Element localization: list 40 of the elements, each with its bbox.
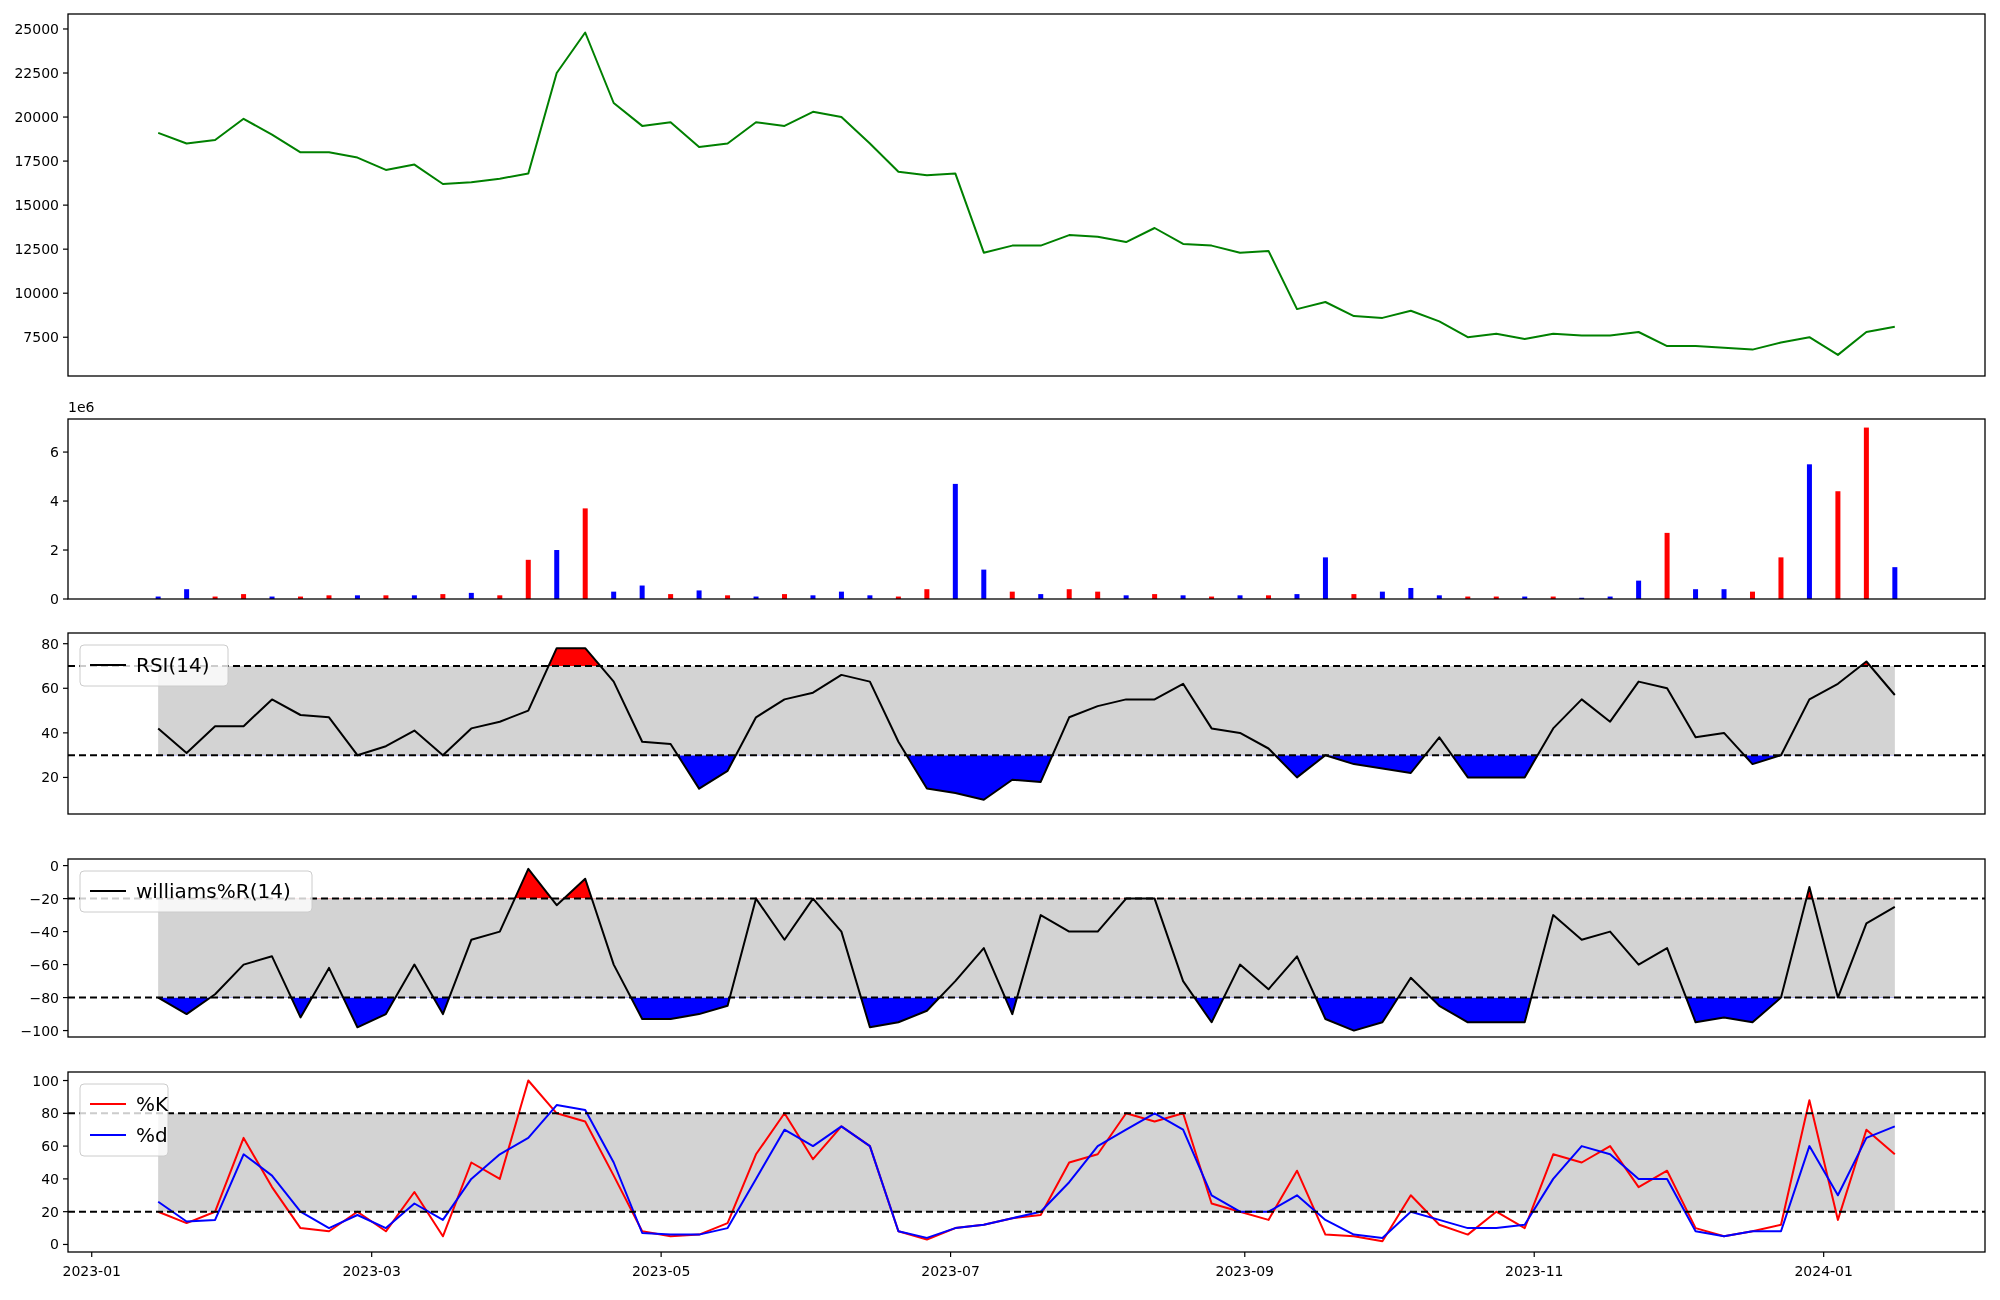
y-tick-label: 60 — [41, 680, 59, 697]
y-tick-label: 7500 — [23, 329, 59, 346]
y-tick-label: 40 — [41, 724, 59, 741]
y-tick-label: 40 — [41, 1170, 59, 1187]
x-tick-label: 2023-09 — [1215, 1263, 1274, 1279]
y-tick-label: −80 — [29, 989, 59, 1006]
y-tick-label: 100 — [32, 1072, 59, 1089]
y-tick-label: 6 — [50, 444, 59, 461]
y-tick-label: 2 — [50, 542, 59, 558]
legend-label: RSI(14) — [136, 653, 210, 677]
y-tick-label: −60 — [29, 956, 59, 973]
y-tick-label: 10000 — [14, 285, 59, 302]
y-tick-label: 20 — [41, 1203, 59, 1220]
legend-label: %K — [136, 1092, 169, 1116]
y-tick-label: 20 — [41, 769, 59, 786]
y-tick-label: 12500 — [14, 241, 59, 258]
y-tick-label: 4 — [50, 493, 59, 510]
y-tick-label: −20 — [29, 890, 59, 907]
y-tick-label: 0 — [50, 857, 59, 874]
y-tick-label: 15000 — [14, 197, 59, 214]
x-tick-label: 2023-11 — [1504, 1263, 1564, 1279]
y-tick-label: −100 — [20, 1022, 59, 1039]
x-tick-label: 2023-07 — [921, 1263, 980, 1279]
legend-label: %d — [136, 1123, 168, 1147]
y-tick-label: 22500 — [14, 65, 59, 81]
legend-label: williams%R(14) — [136, 879, 291, 903]
y-tick-label: 80 — [41, 635, 59, 652]
y-tick-label: 80 — [41, 1105, 59, 1122]
x-tick-label: 2023-03 — [342, 1263, 401, 1279]
x-tick-label: 2024-01 — [1794, 1263, 1853, 1279]
x-tick-label: 2023-01 — [62, 1263, 121, 1279]
x-tick-label: 2023-05 — [631, 1263, 691, 1279]
y-tick-label: 17500 — [14, 153, 59, 170]
y-tick-label: 20000 — [14, 109, 59, 126]
axis-offset-label: 1e6 — [68, 399, 95, 415]
y-tick-label: 0 — [50, 1236, 59, 1253]
y-tick-label: −40 — [29, 923, 59, 940]
y-tick-label: 0 — [50, 591, 59, 607]
y-tick-label: 25000 — [14, 20, 59, 37]
y-tick-label: 60 — [41, 1138, 59, 1155]
